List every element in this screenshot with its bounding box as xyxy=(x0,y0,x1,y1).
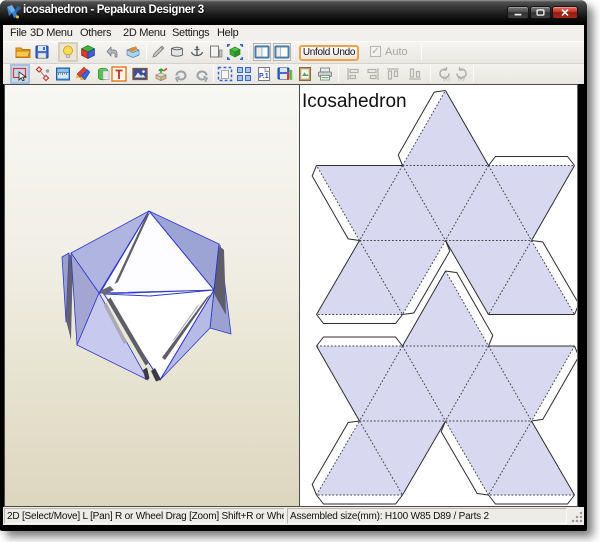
svg-text:90: 90 xyxy=(443,76,451,83)
svg-text:90: 90 xyxy=(458,76,466,83)
svg-text:P.1: P.1 xyxy=(259,73,269,80)
